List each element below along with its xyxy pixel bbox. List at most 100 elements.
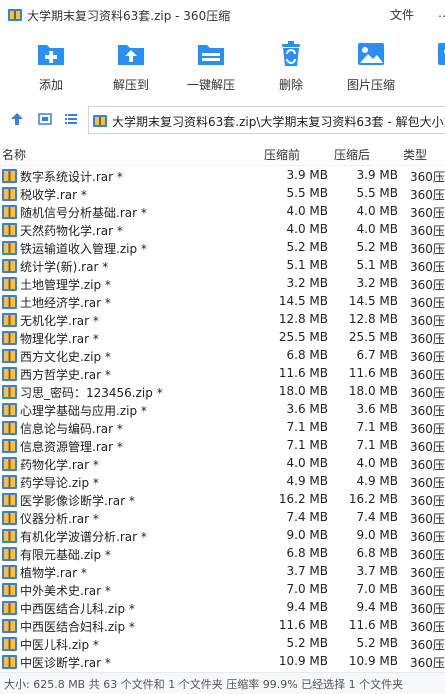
archive-file-icon: [2, 511, 17, 525]
file-size-before: 16.2 MB: [278, 492, 328, 506]
file-size-before: 5.2 MB: [286, 240, 328, 254]
file-size-before: 9.0 MB: [286, 528, 328, 542]
archive-file-icon: [2, 241, 17, 255]
file-row[interactable]: 植物学.rar * 3.7 MB 3.7 MB 360压缩: [0, 563, 445, 581]
file-row[interactable]: 西方文化史.zip * 6.8 MB 6.7 MB 360压缩: [0, 347, 445, 365]
thumbnail-view-icon[interactable]: [38, 112, 52, 126]
file-row[interactable]: 西方哲学史.rar * 11.6 MB 11.6 MB 360压缩: [0, 365, 445, 383]
image-compress-button[interactable]: 图片压缩: [336, 38, 406, 98]
archive-file-icon: [2, 475, 17, 489]
file-size-before: 7.4 MB: [286, 510, 328, 524]
file-size-after: 5.2 MB: [356, 240, 398, 254]
path-field[interactable]: 大学期末复习资料63套.zip\大学期末复习资料63套 - 解包大小为: [88, 106, 445, 134]
file-size-after: 3.6 MB: [356, 402, 398, 416]
file-size-before: 7.1 MB: [286, 420, 328, 434]
file-size-after: 5.5 MB: [356, 186, 398, 200]
column-header-name[interactable]: 名称: [2, 146, 26, 163]
archive-file-icon: [2, 421, 17, 435]
file-name: 仪器分析.rar *: [20, 512, 99, 526]
file-size-after: 6.7 MB: [356, 348, 398, 362]
file-row[interactable]: 铁运输道收入管理.zip * 5.2 MB 5.2 MB 360压缩: [0, 239, 445, 257]
file-size-before: 14.5 MB: [278, 294, 328, 308]
tools-icon: [438, 43, 445, 65]
file-size-after: 16.2 MB: [348, 492, 398, 506]
archive-file-icon: [2, 169, 17, 183]
file-name: 药学导论.zip *: [20, 476, 99, 490]
file-name: 信息资源管理.rar *: [20, 440, 123, 454]
file-name: 中外美术史.rar *: [20, 584, 111, 598]
status-text: 大小: 625.8 MB 共 63 个文件和 1 个文件夹 压缩率 99.9% …: [4, 678, 404, 691]
file-row[interactable]: 税收学.rar * 5.5 MB 5.5 MB 360压缩: [0, 185, 445, 203]
file-type: 360压缩: [410, 656, 445, 670]
file-row[interactable]: 信息论与编码.rar * 7.1 MB 7.1 MB 360压缩: [0, 419, 445, 437]
tools-button[interactable]: 工: [416, 38, 445, 98]
file-row[interactable]: 随机信号分析基础.rar * 4.0 MB 4.0 MB 360压缩: [0, 203, 445, 221]
file-size-after: 18.0 MB: [348, 384, 398, 398]
add-label: 添加: [38, 78, 63, 92]
file-row[interactable]: 有限元基础.zip * 6.8 MB 6.8 MB 360压缩: [0, 545, 445, 563]
file-size-after: 9.4 MB: [356, 600, 398, 614]
file-type: 360压缩: [410, 404, 445, 418]
archive-file-icon: [2, 565, 17, 579]
file-row[interactable]: 土地经济学.rar * 14.5 MB 14.5 MB 360压缩: [0, 293, 445, 311]
file-row[interactable]: 有机化学波谱分析.rar * 9.0 MB 9.0 MB 360压缩: [0, 527, 445, 545]
archive-file-icon: [2, 367, 17, 381]
column-header-size-after[interactable]: 压缩后: [334, 146, 370, 163]
column-header-type[interactable]: 类型: [403, 146, 427, 163]
file-name: 铁运输道收入管理.zip *: [20, 242, 147, 256]
file-size-after: 11.6 MB: [348, 618, 398, 632]
file-type: 360压缩: [410, 512, 445, 526]
file-size-before: 6.8 MB: [286, 348, 328, 362]
column-header-size-before[interactable]: 压缩前: [264, 146, 300, 163]
file-name: 医学影像诊断学.rar *: [20, 494, 135, 508]
add-button[interactable]: 添加: [16, 38, 86, 98]
file-row[interactable]: 统计学(新).rar * 5.1 MB 5.1 MB 360压缩: [0, 257, 445, 275]
extract-to-button[interactable]: 解压到: [96, 38, 166, 98]
file-row[interactable]: 中西医结合妇科.zip * 11.6 MB 11.6 MB 360压缩: [0, 617, 445, 635]
image-compress-icon: [358, 43, 384, 65]
file-type: 360压缩: [410, 296, 445, 310]
file-size-after: 4.0 MB: [356, 222, 398, 236]
list-view-icon[interactable]: [64, 112, 78, 126]
file-row[interactable]: 中外美术史.rar * 7.0 MB 7.0 MB 360压缩: [0, 581, 445, 599]
file-type: 360压缩: [410, 440, 445, 454]
extract-to-label: 解压到: [112, 78, 149, 92]
file-type: 360压缩: [410, 224, 445, 238]
file-row[interactable]: 信息资源管理.rar * 7.1 MB 7.1 MB 360压缩: [0, 437, 445, 455]
file-row[interactable]: 物理化学.rar * 25.5 MB 25.5 MB 360压缩: [0, 329, 445, 347]
file-size-before: 18.0 MB: [278, 384, 328, 398]
file-row[interactable]: 心理学基础与应用.zip * 3.6 MB 3.6 MB 360压缩: [0, 401, 445, 419]
file-size-before: 4.0 MB: [286, 204, 328, 218]
file-name: 数字系统设计.rar *: [20, 170, 123, 184]
file-row[interactable]: 土地管理学.zip * 3.2 MB 3.2 MB 360压缩: [0, 275, 445, 293]
file-size-before: 4.0 MB: [286, 222, 328, 236]
file-name: 药物化学.rar *: [20, 458, 99, 472]
file-size-after: 7.1 MB: [356, 420, 398, 434]
menu-file[interactable]: 文件: [390, 6, 414, 23]
file-row[interactable]: 仪器分析.rar * 7.4 MB 7.4 MB 360压缩: [0, 509, 445, 527]
file-row[interactable]: 数字系统设计.rar * 3.9 MB 3.9 MB 360压缩: [0, 167, 445, 185]
file-type: 360压缩: [410, 206, 445, 220]
archive-file-icon: [2, 601, 17, 615]
file-row[interactable]: 习思_密码：123456.zip * 18.0 MB 18.0 MB 360压缩: [0, 383, 445, 401]
file-row[interactable]: 中医诊断学.rar * 10.9 MB 10.9 MB 360压缩: [0, 653, 445, 670]
image-compress-label: 图片压缩: [346, 78, 395, 92]
archive-file-icon: [2, 259, 17, 273]
file-row[interactable]: 中医儿科.zip * 5.2 MB 5.2 MB 360压缩: [0, 635, 445, 653]
file-row[interactable]: 天然药物化学.rar * 4.0 MB 4.0 MB 360压缩: [0, 221, 445, 239]
file-row[interactable]: 中西医结合儿科.zip * 9.4 MB 9.4 MB 360压缩: [0, 599, 445, 617]
file-size-before: 3.6 MB: [286, 402, 328, 416]
file-row[interactable]: 医学影像诊断学.rar * 16.2 MB 16.2 MB 360压缩: [0, 491, 445, 509]
file-row[interactable]: 药学导论.zip * 4.9 MB 4.9 MB 360压缩: [0, 473, 445, 491]
one-click-extract-icon: [198, 45, 224, 65]
file-row[interactable]: 药物化学.rar * 4.0 MB 4.0 MB 360压缩: [0, 455, 445, 473]
delete-button[interactable]: 删除: [256, 38, 326, 98]
menu-more[interactable]: …: [438, 6, 445, 20]
archive-file-icon: [2, 439, 17, 453]
one-click-extract-button[interactable]: 一键解压: [176, 38, 246, 98]
file-size-after: 5.1 MB: [356, 258, 398, 272]
archive-app-icon: [8, 9, 22, 21]
up-arrow-icon[interactable]: [10, 112, 24, 126]
file-row[interactable]: 无机化学.rar * 12.8 MB 12.8 MB 360压缩: [0, 311, 445, 329]
file-name: 随机信号分析基础.rar *: [20, 206, 147, 220]
